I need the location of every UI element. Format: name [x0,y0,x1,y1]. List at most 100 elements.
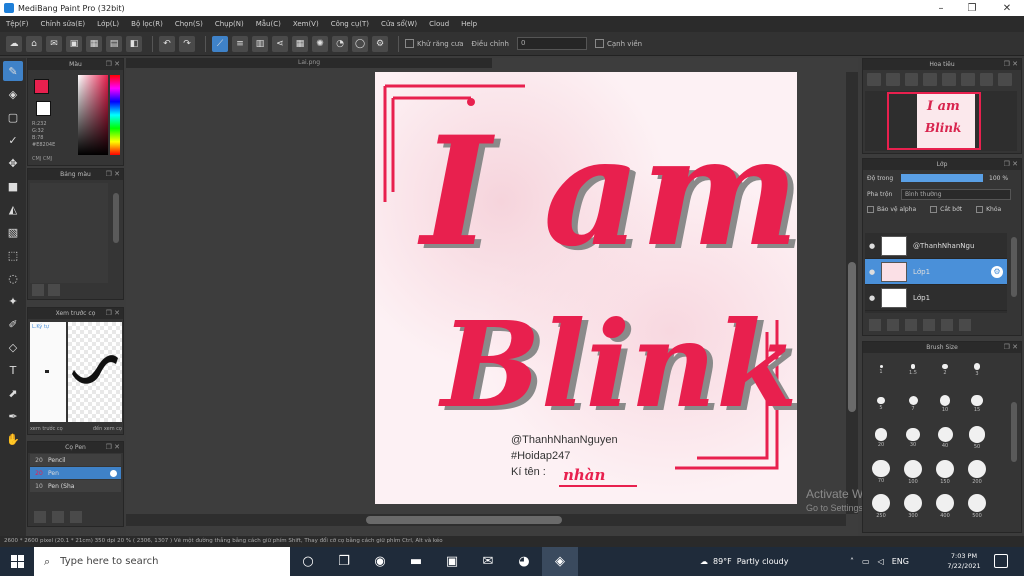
pages-icon[interactable]: ▤ [106,35,122,52]
brush-size-option[interactable]: 1.5 [899,356,927,384]
brush-size-option[interactable]: 250 [867,492,895,520]
image-icon[interactable]: ▣ [66,35,82,52]
fit-icon[interactable] [904,73,919,86]
operation-tool-icon[interactable]: ⬈ [3,383,23,403]
visibility-eye-icon[interactable]: ● [865,242,879,250]
menu-pattern[interactable]: Mẫu(C) [256,20,281,28]
chrome-icon[interactable]: ◕ [506,547,542,576]
reset-icon[interactable] [998,73,1012,86]
file-explorer-icon[interactable]: ▬ [398,547,434,576]
brush-size-option[interactable]: 500 [963,492,991,520]
visibility-eye-icon[interactable]: ● [865,294,879,302]
brush-size-option[interactable]: 100 [899,458,927,486]
brush-size-option[interactable]: 40 [931,424,959,452]
select-check-icon[interactable]: ✓ [3,130,23,150]
mail-icon[interactable]: ✉ [470,547,506,576]
brush-menu-icon[interactable] [70,511,82,523]
brush-size-option[interactable]: 200 [963,458,991,486]
actual-size-icon[interactable] [923,73,937,86]
crop-icon[interactable]: ◧ [126,35,142,52]
new-8bit-layer-icon[interactable] [887,319,899,331]
redo-icon[interactable]: ↷ [179,35,195,52]
lasso-tool-icon[interactable]: ◌ [3,268,23,288]
menu-filter[interactable]: Bộ lọc(R) [131,20,163,28]
brush-row-pen-shade[interactable]: 10 Pen (Sha [30,480,121,492]
network-icon[interactable]: ▭ [862,557,870,566]
eyedropper-tool-icon[interactable]: ✒ [3,406,23,426]
navigator-view[interactable]: I am Blink [865,91,1017,151]
zoom-in-icon[interactable] [867,73,881,86]
fill-rect-icon[interactable]: ■ [3,176,23,196]
tray-chevron-icon[interactable]: ˄ [850,557,854,566]
saturation-value-picker[interactable] [78,75,108,155]
flip-icon[interactable] [979,73,994,86]
store-icon[interactable]: ▣ [434,547,470,576]
clipping-option[interactable]: Cắt bớt [930,205,962,213]
panel-menu-icon[interactable]: ❐ ✕ [106,169,120,180]
correction-select[interactable]: 0 [517,37,587,50]
snap-off-icon[interactable]: ⟋ [212,35,228,52]
layer-row-active[interactable]: ● Lớp1 ⚙ [865,259,1007,285]
artwork-canvas[interactable]: I am I am Blink Blink @ThanhNhanNguyen #… [375,72,797,504]
palette-scrollbar[interactable] [113,193,119,243]
brush-tool-icon[interactable]: ✎ [3,61,23,81]
taskbar-clock[interactable]: 7:03 PM 7/22/2021 [940,551,988,571]
dot-tool-icon[interactable]: ▢ [3,107,23,127]
weather-widget[interactable]: ☁ 89°F Partly cloudy [700,547,788,576]
maximize-button[interactable]: ❐ [957,0,987,16]
edge-checkbox[interactable] [595,39,604,48]
start-button[interactable] [0,547,34,576]
select-rect-icon[interactable]: ⬚ [3,245,23,265]
minimize-button[interactable]: – [926,0,956,16]
grid-icon[interactable]: ▦ [86,35,102,52]
panel-menu-icon[interactable]: ❐ ✕ [106,308,120,319]
new-folder-icon[interactable] [941,319,953,331]
brush-size-option[interactable]: 20 [867,424,895,452]
zoom-out-icon[interactable] [885,73,900,86]
brush-size-option[interactable]: 70 [867,458,895,486]
navigator-viewport-frame[interactable] [887,92,981,150]
snap-parallel-icon[interactable]: ≡ [232,35,248,52]
canvas-tab[interactable]: Lai.png [126,58,492,68]
divide-tool-icon[interactable]: ◇ [3,337,23,357]
palette-swatches-area[interactable] [30,183,108,283]
menu-edit[interactable]: Chỉnh sửa(E) [41,20,86,28]
hand-tool-icon[interactable]: ✋ [3,429,23,449]
menu-window[interactable]: Cửa sổ(W) [381,20,417,28]
edge-browser-icon[interactable]: ◉ [362,547,398,576]
brush-row-pencil[interactable]: 20 Pencil [30,454,121,466]
vscroll-thumb[interactable] [848,262,856,412]
layer-menu-icon[interactable] [959,319,971,331]
close-button[interactable]: ✕ [992,0,1022,16]
eraser-tool-icon[interactable]: ◈ [3,84,23,104]
layer-row[interactable]: ● Lớp1 [865,285,1007,311]
brush-size-option[interactable]: 50 [963,424,991,452]
menu-file[interactable]: Tệp(F) [6,20,29,28]
antialias-checkbox[interactable] [405,39,414,48]
panel-menu-icon[interactable]: ❐ ✕ [1004,342,1018,353]
home-icon[interactable]: ⌂ [26,35,42,52]
layer-row[interactable]: ● @ThanhNhanNgu [865,233,1007,259]
cortana-icon[interactable]: ○ [290,547,326,576]
menu-layer[interactable]: Lớp(L) [97,20,119,28]
menu-cloud[interactable]: Cloud [429,20,449,28]
brush-size-option[interactable]: 400 [931,492,959,520]
panel-menu-icon[interactable]: ❐ ✕ [1004,59,1018,70]
opacity-slider[interactable] [901,174,983,182]
add-palette-icon[interactable] [32,284,44,296]
menu-snap[interactable]: Chụp(N) [215,20,244,28]
brush-size-option[interactable]: 10 [931,390,959,418]
brush-size-scrollbar[interactable] [1011,402,1017,462]
delete-palette-icon[interactable] [48,284,60,296]
bucket-tool-icon[interactable]: ◭ [3,199,23,219]
brush-size-option[interactable]: 5 [867,390,895,418]
snap-cross-icon[interactable]: ▥ [252,35,268,52]
canvas-horizontal-scrollbar[interactable] [126,514,846,526]
volume-icon[interactable]: ◁ [878,557,884,566]
cloud-icon[interactable]: ☁ [6,35,22,52]
brush-settings-icon[interactable] [110,469,117,477]
undo-icon[interactable]: ↶ [159,35,175,52]
menu-view[interactable]: Xem(V) [293,20,319,28]
brush-size-option[interactable]: 1 [867,356,895,384]
notification-icon[interactable] [994,554,1008,568]
